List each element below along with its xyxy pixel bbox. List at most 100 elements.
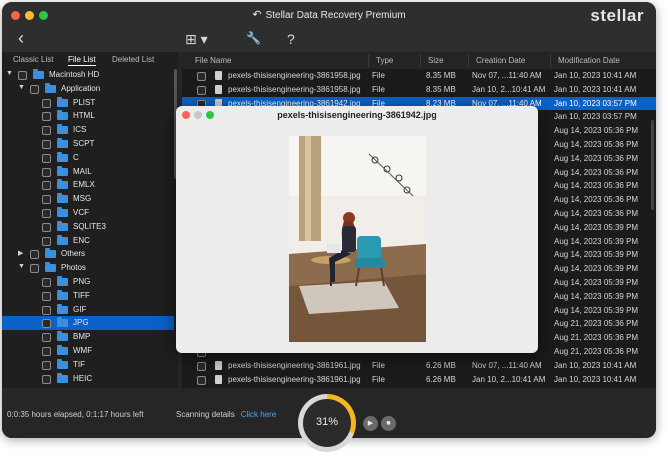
tree-item[interactable]: TIFF: [2, 289, 174, 303]
modification-date: Aug 14, 2023 05:36 PM: [554, 126, 639, 136]
tree-item[interactable]: SQLITE3: [2, 220, 174, 234]
tree-item-label: C: [73, 152, 79, 162]
tree-item[interactable]: ▶ Others: [2, 247, 174, 261]
col-type[interactable]: Type: [376, 56, 393, 65]
modification-date: Aug 21, 2023 05:36 PM: [554, 346, 639, 356]
tree-item[interactable]: JPG: [2, 316, 174, 331]
preview-window: pexels-thisisengineering-3861942.jpg: [176, 106, 538, 353]
tree-item[interactable]: HEIC: [2, 372, 174, 386]
view-mode-icon[interactable]: ⊞ ▾: [185, 31, 208, 48]
tree-checkbox[interactable]: [42, 208, 51, 218]
tree-checkbox[interactable]: [42, 222, 51, 232]
col-modification-date[interactable]: Modification Date: [558, 56, 620, 65]
tree-item[interactable]: TIF: [2, 358, 174, 372]
tree-item[interactable]: WMF: [2, 344, 174, 358]
tree-item[interactable]: ICS: [2, 123, 174, 137]
file-name: pexels-thisisengineering-3861961.jpg: [228, 374, 361, 384]
tree-item[interactable]: GIF: [2, 303, 174, 317]
tree-checkbox[interactable]: [42, 236, 51, 246]
folder-icon: [57, 303, 68, 314]
tree-item-label: Application: [61, 83, 101, 93]
tree-checkbox[interactable]: [30, 250, 39, 260]
tree-item[interactable]: SCPT: [2, 137, 174, 151]
tree-checkbox[interactable]: [30, 84, 39, 94]
tree-item[interactable]: C: [2, 151, 174, 165]
tree-item[interactable]: ENC: [2, 234, 174, 248]
scanning-details-link[interactable]: Click here: [241, 410, 277, 419]
tree-checkbox[interactable]: [42, 167, 51, 177]
folder-icon: [45, 82, 56, 93]
tree-item[interactable]: EMLX: [2, 178, 174, 192]
tab-file-list[interactable]: File List: [68, 55, 96, 66]
tree-item[interactable]: ▼ Macintosh HD: [2, 68, 174, 82]
col-size[interactable]: Size: [428, 56, 444, 65]
col-file-name[interactable]: File Name: [195, 56, 231, 65]
tree-checkbox[interactable]: [42, 181, 51, 191]
table-row[interactable]: pexels-thisisengineering-3861961.jpg File…: [182, 359, 656, 373]
row-checkbox[interactable]: [197, 85, 206, 95]
tree-checkbox[interactable]: [42, 333, 51, 343]
tree-checkbox[interactable]: [42, 126, 51, 136]
tab-deleted-list[interactable]: Deleted List: [112, 55, 154, 64]
tree-item-label: TIFF: [73, 290, 90, 300]
row-checkbox[interactable]: [197, 375, 206, 385]
folder-icon: [45, 262, 56, 273]
tree-item[interactable]: MSG: [2, 192, 174, 206]
table-row[interactable]: pexels-thisisengineering-3861961.jpg File…: [182, 373, 656, 387]
tree-checkbox[interactable]: [42, 139, 51, 149]
folder-icon: [57, 220, 68, 231]
modification-date: Aug 14, 2023 05:39 PM: [554, 305, 639, 315]
tree-item-label: Others: [61, 249, 86, 259]
tree-checkbox[interactable]: [42, 374, 51, 384]
col-creation-date[interactable]: Creation Date: [476, 56, 525, 65]
tree-checkbox[interactable]: [42, 305, 51, 315]
modification-date: Aug 14, 2023 05:36 PM: [554, 195, 639, 205]
tree-checkbox[interactable]: [42, 98, 51, 108]
folder-icon: [45, 248, 56, 259]
tree-checkbox[interactable]: [42, 360, 51, 370]
tree-item[interactable]: ▼ Photos: [2, 261, 174, 275]
table-row[interactable]: pexels-thisisengineering-3861958.jpg File…: [182, 83, 656, 97]
tree-item[interactable]: PLIST: [2, 96, 174, 110]
tree-checkbox[interactable]: [42, 277, 51, 287]
resume-button[interactable]: ▶: [363, 416, 378, 431]
tree-checkbox[interactable]: [30, 264, 39, 274]
stop-button[interactable]: ■: [381, 416, 396, 431]
tree-checkbox[interactable]: [42, 195, 51, 205]
expand-arrow-icon[interactable]: ▶: [18, 249, 23, 257]
tree-item[interactable]: ▼ Application: [2, 82, 174, 96]
row-checkbox[interactable]: [197, 72, 206, 81]
tree-item[interactable]: BMP: [2, 330, 174, 344]
col-divider: [420, 54, 421, 67]
collapse-arrow-icon[interactable]: ▼: [18, 84, 25, 91]
folder-icon: [57, 165, 68, 176]
row-checkbox[interactable]: [197, 361, 206, 371]
file-name: pexels-thisisengineering-3861958.jpg: [228, 84, 361, 94]
collapse-arrow-icon[interactable]: ▼: [18, 263, 25, 270]
table-row[interactable]: pexels-thisisengineering-3861958.jpg File…: [182, 69, 656, 83]
back-arrow-icon[interactable]: ‹: [18, 28, 24, 49]
tree-item[interactable]: VCF: [2, 206, 174, 220]
file-list-scrollbar[interactable]: [651, 120, 654, 210]
file-type: File: [372, 374, 385, 384]
tree-item[interactable]: HTML: [2, 109, 174, 123]
tree-item-label: Photos: [61, 263, 86, 273]
modification-date: Aug 14, 2023 05:36 PM: [554, 153, 639, 163]
tree-checkbox[interactable]: [42, 153, 51, 163]
folder-icon: [57, 206, 68, 217]
tree-checkbox[interactable]: [42, 346, 51, 356]
modification-date: Aug 14, 2023 05:39 PM: [554, 222, 639, 232]
tab-classic-list[interactable]: Classic List: [13, 55, 53, 64]
help-icon[interactable]: ?: [287, 31, 295, 47]
collapse-arrow-icon[interactable]: ▼: [6, 70, 13, 77]
tree-checkbox[interactable]: [42, 112, 51, 122]
wrench-icon[interactable]: 🔧: [246, 31, 261, 45]
tree-checkbox[interactable]: [42, 291, 51, 301]
tree-checkbox[interactable]: [18, 71, 27, 80]
file-icon: [215, 84, 222, 94]
tree-item[interactable]: MAIL: [2, 165, 174, 179]
tree-checkbox[interactable]: [42, 319, 51, 329]
tree-item[interactable]: PNG: [2, 275, 174, 289]
folder-icon: [57, 358, 68, 369]
folder-tree: ▼ Macintosh HD ▼ Application PLIST HTML ICS SCP…: [2, 68, 174, 385]
